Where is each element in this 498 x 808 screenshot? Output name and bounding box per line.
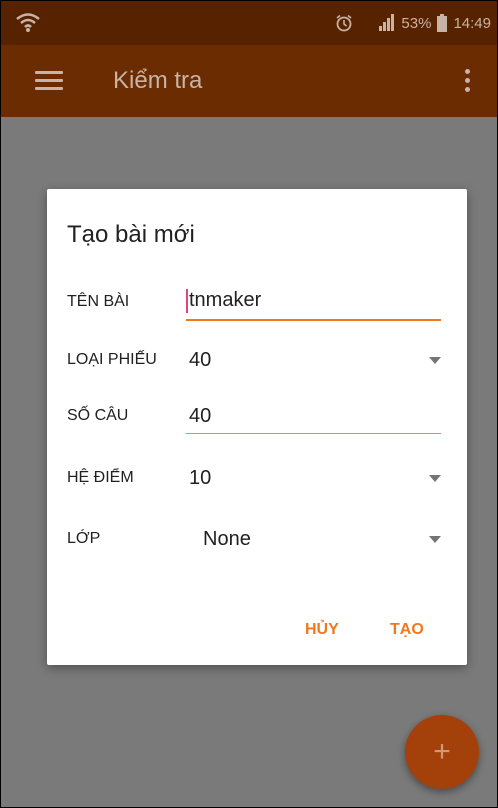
name-input[interactable]: tnmaker [189,289,261,312]
app-bar: Kiểm tra [1,45,497,117]
status-bar: 53% 14:49 [1,1,497,45]
wifi-icon [16,13,40,32]
status-time: 14:49 [453,14,491,32]
chevron-down-icon[interactable] [429,357,441,364]
sheet-type-row[interactable]: LOẠI PHIẾU 40 [47,347,467,377]
battery-icon [437,14,448,32]
grade-scale-row[interactable]: HỆ ĐIỂM 10 [47,465,467,495]
class-label: LỚP [67,530,101,547]
create-test-dialog: Tạo bài mới TÊN BÀI tnmaker LOẠI PHIẾU 4… [47,189,467,665]
add-icon: + [433,735,451,768]
app-screen: 53% 14:49 Kiểm tra Tạo bài mới TÊN BÀI t… [0,0,498,808]
more-vert-icon[interactable] [465,69,471,93]
question-count-underline [186,433,441,434]
name-label: TÊN BÀI [67,293,130,310]
add-fab-button[interactable]: + [405,715,479,789]
signal-icon [379,14,395,31]
alarm-icon [336,14,352,32]
name-input-underline [186,319,441,321]
dialog-title: Tạo bài mới [67,221,195,248]
question-count-row: SỐ CÂU 40 [47,403,467,439]
page-title: Kiểm tra [113,67,203,94]
cancel-button[interactable]: HỦY [305,621,339,639]
question-count-input[interactable]: 40 [189,405,211,428]
class-row[interactable]: LỚP None [47,526,467,556]
grade-scale-select[interactable]: 10 [189,467,211,490]
battery-percent: 53% [401,14,432,32]
class-select[interactable]: None [203,528,251,551]
sheet-type-select[interactable]: 40 [189,349,211,372]
chevron-down-icon[interactable] [429,536,441,543]
sheet-type-label: LOẠI PHIẾU [67,351,157,368]
grade-scale-label: HỆ ĐIỂM [67,469,134,486]
chevron-down-icon[interactable] [429,475,441,482]
create-button[interactable]: TẠO [390,621,424,639]
text-cursor [186,289,188,313]
menu-icon[interactable] [35,71,63,91]
name-field-row: TÊN BÀI tnmaker [47,289,467,325]
question-count-label: SỐ CÂU [67,407,129,424]
